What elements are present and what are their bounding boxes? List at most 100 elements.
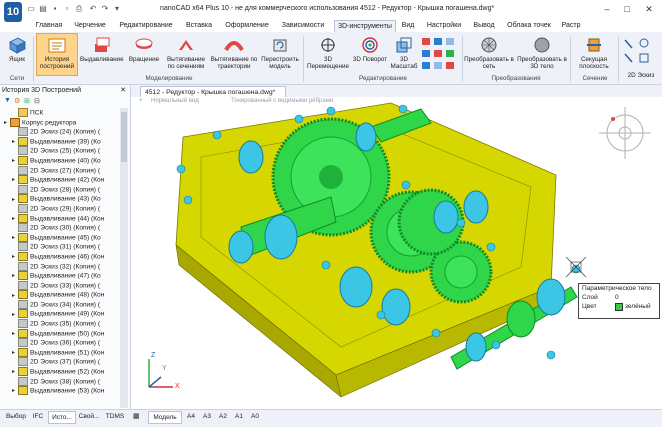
section-plane-button[interactable]: Секущая плоскость (572, 34, 616, 76)
tree-item[interactable]: ▸ Выдавливание (47) (Ко (2, 271, 120, 281)
tree-item[interactable]: 2D Эскиз (33) (Копия) ( (2, 280, 120, 291)
minimize-button[interactable]: – (600, 3, 614, 15)
save-as-icon[interactable]: ▫ (62, 4, 72, 14)
rotate3d-label: 3D Поворот (352, 56, 388, 63)
settings-icon[interactable]: ⚙ (14, 97, 20, 105)
panel-close-icon[interactable]: ✕ (118, 86, 128, 96)
tree-item[interactable]: ▸ Выдавливание (39) (Ко (2, 136, 120, 147)
tab-insert[interactable]: Вставка (181, 20, 217, 32)
tree-item-label: Корпус редуктора (22, 118, 77, 126)
tree-item[interactable]: 2D Эскиз (38) (Копия) ( (2, 376, 120, 387)
history-button[interactable]: История построений (36, 33, 78, 76)
gearbox-model[interactable] (131, 97, 662, 409)
print-icon[interactable]: ⎙ (74, 4, 84, 14)
open-file-icon[interactable]: ▤ (38, 4, 48, 14)
tree-item[interactable]: ▸ Выдавливание (52) (Кон (2, 367, 120, 377)
bottom-tab-history[interactable]: Исто... (48, 411, 76, 424)
maximize-button[interactable]: □ (620, 3, 634, 15)
grid-icon[interactable]: ▦ (133, 412, 143, 421)
tree-item[interactable]: 2D Эскиз (29) (Копия) ( (2, 203, 120, 214)
tree-item[interactable]: ▸ Выдавливание (50) (Кон (2, 328, 120, 339)
sketch-tools[interactable] (622, 36, 658, 72)
sketch-icon (18, 376, 28, 386)
to-solid-button[interactable]: Преобразовать в 3D тело (516, 34, 568, 76)
tree-item[interactable]: 2D Эскиз (37) (Копия) ( (2, 357, 120, 367)
tab-draw[interactable]: Черчение (70, 20, 110, 32)
model-viewport[interactable]: + Нормальный вид Тонированный с видимыми… (131, 97, 662, 409)
layout-tab-a4[interactable]: A4 (184, 411, 198, 422)
scrollbar-thumb[interactable] (121, 112, 127, 162)
close-button[interactable]: ✕ (642, 3, 656, 15)
save-icon[interactable]: ▪ (50, 4, 60, 14)
ribbon-separator (618, 36, 619, 82)
tab-settings[interactable]: Настройки (423, 20, 465, 32)
move3d-button[interactable]: 3D Перемещение (306, 34, 350, 76)
tree-item[interactable]: 2D Эскиз (27) (Копия) ( (2, 165, 120, 176)
tree-item[interactable]: ▸ Выдавливание (51) (Кон (2, 347, 120, 358)
tab-edit[interactable]: Редактирование (116, 20, 176, 32)
tree-item[interactable]: ▸ Выдавливание (43) (Ко (2, 194, 120, 204)
bottom-tab-tdms[interactable]: TDMS (104, 411, 126, 422)
layout-tab-a3[interactable]: A3 (200, 411, 214, 422)
box-button[interactable]: Ящик (2, 34, 32, 76)
app-logo[interactable]: 10 (4, 2, 22, 22)
tree-item[interactable]: ▸ Выдавливание (53) (Кон (2, 386, 120, 396)
customize-icon[interactable]: ▾ (112, 4, 122, 14)
tree-item[interactable]: ▸ Выдавливание (40) (Ко (2, 155, 120, 166)
bottom-tab-properties[interactable]: Свой... (76, 411, 102, 422)
tree-item[interactable]: 2D Эскиз (28) (Копия) ( (2, 184, 120, 195)
tree-item[interactable]: ▸ Выдавливание (42) (Кон (2, 175, 120, 185)
tree-item[interactable]: 2D Эскиз (32) (Копия) ( (2, 261, 120, 272)
revolve-button[interactable]: Вращение (126, 34, 162, 76)
bottom-tab-select[interactable]: Выбор (4, 411, 28, 422)
layout-tab-a0[interactable]: A0 (248, 411, 262, 422)
tab-view[interactable]: Вид (398, 20, 418, 32)
scale3d-button[interactable]: 3D Масштаб (390, 34, 418, 76)
tree-item[interactable]: ▸ Выдавливание (45) (Ко (2, 232, 120, 243)
edit-small-tools[interactable] (420, 36, 460, 74)
sketch-icon (18, 319, 28, 329)
expand-all-icon[interactable]: ⊞ (24, 97, 30, 105)
tree-item[interactable]: ▸ Выдавливание (49) (Кон (2, 309, 120, 319)
rotate3d-button[interactable]: 3D Поворот (352, 34, 388, 76)
layout-tab-a2[interactable]: A2 (216, 411, 230, 422)
tree-item[interactable]: ▸ Выдавливание (44) (Кон (2, 213, 120, 224)
to-mesh-button[interactable]: Преобразовать в сеть (464, 34, 514, 76)
tree-item[interactable]: 2D Эскиз (35) (Копия) ( (2, 319, 120, 329)
sketch-icon (18, 184, 28, 194)
tab-point-clouds[interactable]: Облака точек (504, 20, 554, 32)
collapse-all-icon[interactable]: ⊟ (34, 97, 40, 105)
tab-raster[interactable]: Растр (558, 20, 584, 32)
tree-item[interactable]: 2D Эскиз (36) (Копия) ( (2, 338, 120, 348)
tree-item[interactable]: 2D Эскиз (31) (Копия) ( (2, 242, 120, 252)
undo-icon[interactable]: ↶ (88, 4, 98, 14)
tree-item[interactable]: 2D Эскиз (34) (Копия) ( (2, 299, 120, 310)
bottom-tab-ifc[interactable]: IFC (30, 411, 46, 422)
layout-tab-a1[interactable]: A1 (232, 411, 246, 422)
redo-icon[interactable]: ↷ (100, 4, 110, 14)
sweep-button[interactable]: Вытягивание по траектории (210, 34, 258, 76)
rotate-3d-icon (362, 37, 378, 53)
tab-home[interactable]: Главная (32, 20, 66, 32)
layout-tab-model[interactable]: Модель (148, 411, 182, 424)
view-compass[interactable] (599, 107, 651, 159)
filter-icon[interactable]: ▼ (4, 97, 11, 104)
tree-item[interactable]: 2D Эскиз (25) (Копия) ( (2, 146, 120, 156)
tab-output[interactable]: Вывод (470, 20, 498, 32)
tree-item[interactable]: ▸ Корпус редуктора (2, 117, 120, 128)
tab-annotate[interactable]: Оформление (222, 20, 272, 32)
tree-item[interactable]: ▸ Выдавливание (48) (Кон (2, 290, 120, 300)
tree-item[interactable]: 2D Эскиз (24) (Копия) ( (2, 127, 120, 137)
tree-item-label: 2D Эскиз (35) (Копия) ( (30, 320, 101, 328)
tree-item[interactable]: ПСК (2, 108, 120, 118)
tree-item[interactable]: ▸ Выдавливание (46) (Кон (2, 251, 120, 262)
loft-button[interactable]: Вытягивание по сечениям (164, 34, 208, 76)
extrude-icon (18, 175, 28, 185)
extrude-button[interactable]: Выдавливание (80, 34, 124, 76)
rebuild-button[interactable]: Перестроить модель (260, 34, 300, 76)
tab-constraints[interactable]: Зависимости (278, 20, 328, 32)
sketch-2d-label[interactable]: 2D Эскиз (622, 72, 660, 79)
new-file-icon[interactable]: ▭ (26, 4, 36, 14)
tree-item[interactable]: 2D Эскиз (30) (Копия) ( (2, 223, 120, 233)
sketch-icon (18, 357, 28, 367)
